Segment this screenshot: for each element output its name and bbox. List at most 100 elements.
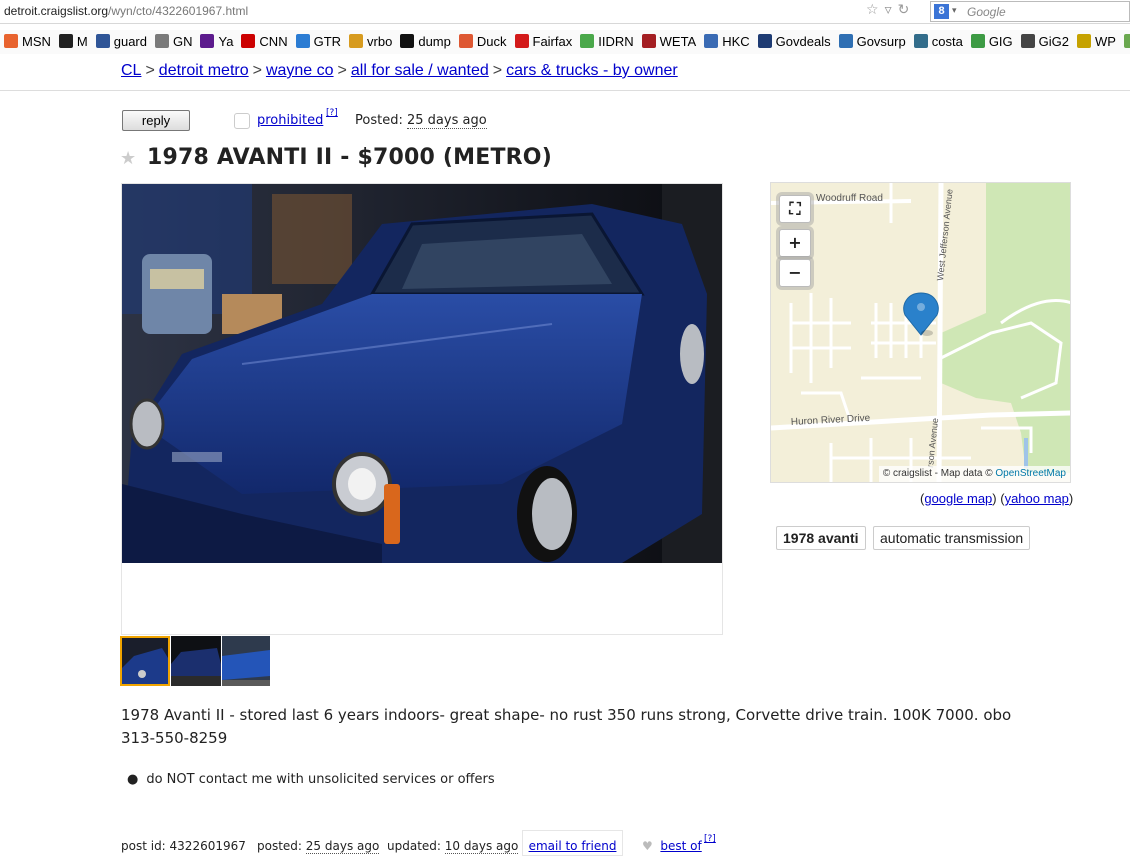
engine-dropdown-icon[interactable]: ▾ — [952, 6, 957, 16]
bookmark-wp[interactable]: WP — [1077, 30, 1116, 54]
bookmark-fairfax[interactable]: Fairfax — [514, 30, 572, 54]
bookmark-genec[interactable]: GENEC — [1123, 30, 1130, 54]
bookmark-msn[interactable]: MSN — [4, 30, 51, 54]
url-domain: detroit.craigslist.org — [4, 4, 109, 18]
thumbnail-1[interactable] — [120, 636, 170, 686]
url-path: /wyn/cto/4322601967.html — [108, 4, 249, 18]
google-map-link[interactable]: google map — [924, 491, 992, 506]
bookmark-label: MSN — [22, 34, 51, 49]
favorite-star-icon[interactable]: ★ — [120, 148, 136, 169]
breadcrumb-link-1[interactable]: detroit metro — [159, 62, 249, 79]
thumbnail-3-image — [222, 636, 270, 686]
zoom-out-button[interactable]: − — [779, 259, 811, 287]
breadcrumb-link-0[interactable]: CL — [121, 62, 141, 79]
wp-icon — [1077, 34, 1091, 48]
zoom-in-button[interactable]: + — [779, 229, 811, 257]
breadcrumb-link-2[interactable]: wayne co — [266, 62, 334, 79]
bookmark-gtr[interactable]: GTR — [295, 30, 341, 54]
bookmark-weta[interactable]: WETA — [641, 30, 697, 54]
yahoo-icon — [200, 34, 215, 48]
attr-year-model: 1978 avanti — [776, 526, 866, 550]
prohibited-link[interactable]: prohibited — [257, 113, 323, 128]
bookmark-label: CNN — [259, 34, 288, 49]
vrbo-icon — [349, 34, 364, 48]
bookmark-label: Govsurp — [856, 34, 906, 49]
bookmark-guard[interactable]: guard — [95, 30, 147, 54]
posted-ago: 25 days ago — [406, 113, 487, 129]
best-of-link[interactable]: best of — [660, 839, 701, 853]
footer-posted-value: 25 days ago — [305, 839, 380, 854]
yahoo-map-link[interactable]: yahoo map — [1005, 491, 1069, 506]
google-engine-icon[interactable]: 8 — [934, 4, 949, 19]
prohibited-help-link[interactable]: [?] — [326, 108, 338, 118]
fullscreen-button[interactable]: ⛶ — [779, 195, 811, 223]
bullet-icon: ● — [127, 772, 139, 787]
reply-button[interactable]: reply — [122, 110, 190, 131]
bookmark-iidrn[interactable]: IIDRN — [580, 30, 634, 54]
gig-icon — [970, 34, 985, 48]
bookmark-ya[interactable]: Ya — [200, 30, 233, 54]
posting-body: 1978 Avanti II - stored last 6 years ind… — [121, 704, 1061, 750]
location-map[interactable]: Woodruff Road Huron River Drive West Jef… — [770, 182, 1071, 483]
breadcrumb-separator: > — [145, 62, 155, 79]
cnn-icon — [241, 34, 256, 48]
breadcrumb-link-4[interactable]: cars & trucks - by owner — [506, 62, 678, 79]
url-field[interactable]: detroit.craigslist.org/wyn/cto/432260196… — [4, 4, 248, 18]
notice-list: ● do NOT contact me with unsolicited serv… — [127, 772, 495, 787]
bookmark-cnn[interactable]: CNN — [241, 30, 288, 54]
bookmarks-toolbar: MSN Mguard GN Ya CNN GTR vrbo dump Duck Fairfax II… — [0, 30, 1130, 54]
posting-body-line-1: 1978 Avanti II - stored last 6 years ind… — [121, 706, 1012, 724]
govsurp-icon — [838, 34, 853, 48]
reload-icon[interactable]: ↻ — [898, 2, 916, 18]
bookmark-label: GIG — [988, 34, 1013, 49]
bookmark-gn[interactable]: GN — [154, 30, 193, 54]
bookmark-hkc[interactable]: HKC — [704, 30, 750, 54]
email-to-friend-link[interactable]: email to friend — [522, 830, 623, 856]
post-id: post id: 4322601967 — [121, 839, 246, 853]
bookmark-label: Govdeals — [775, 34, 831, 49]
bookmark-label: IIDRN — [598, 34, 634, 49]
bookmark-label: GiG2 — [1038, 34, 1069, 49]
dropdown-arrow-icon[interactable]: ▿ — [885, 2, 898, 18]
bookmark-dump[interactable]: dump — [400, 30, 451, 54]
iidrn-icon — [580, 34, 595, 48]
openstreetmap-link[interactable]: OpenStreetMap — [995, 468, 1066, 479]
m-icon — [58, 34, 73, 48]
msn-icon — [4, 34, 18, 48]
flag-checkbox[interactable] — [234, 113, 250, 129]
bookmark-star-icon[interactable]: ☆ — [866, 2, 885, 18]
breadcrumb-separator: > — [337, 62, 347, 79]
bookmark-govsurp[interactable]: Govsurp — [838, 30, 906, 54]
heart-icon: ♥ — [642, 839, 653, 853]
footer-updated: updated: 10 days ago — [387, 839, 519, 854]
fairfax-icon — [514, 34, 529, 48]
thumbnail-2[interactable] — [171, 636, 221, 686]
main-photo[interactable] — [122, 184, 722, 563]
footer-posted: posted: 25 days ago — [257, 839, 380, 854]
thumbnail-3[interactable] — [222, 636, 272, 686]
weta-icon — [641, 34, 656, 48]
bookmark-costa[interactable]: costa — [913, 30, 963, 54]
bookmark-label: WETA — [659, 34, 697, 49]
bookmark-gig2[interactable]: GiG2 — [1020, 30, 1069, 54]
bookmark-duck[interactable]: Duck — [458, 30, 507, 54]
bookmark-govdeals[interactable]: Govdeals — [757, 30, 831, 54]
breadcrumb-link-3[interactable]: all for sale / wanted — [351, 62, 489, 79]
search-placeholder: Google — [967, 5, 1006, 19]
bookmark-vrbo[interactable]: vrbo — [349, 30, 392, 54]
bookmark-m[interactable]: M — [58, 30, 88, 54]
gn-icon — [154, 34, 169, 48]
map-links: (google map) (yahoo map) — [920, 491, 1074, 506]
best-of-help-link[interactable]: [?] — [704, 834, 716, 844]
posting-title: 1978 AVANTI II - $7000 (METRO) — [147, 145, 552, 170]
footer-updated-label: updated: — [387, 839, 441, 853]
browser-search-box[interactable]: 8 ▾ Google — [930, 1, 1130, 22]
bookmark-label: Duck — [476, 34, 507, 49]
bookmark-label: GN — [172, 34, 193, 49]
bookmark-label: HKC — [722, 34, 750, 49]
bookmark-gig[interactable]: GIG — [970, 30, 1013, 54]
bookmark-label: vrbo — [367, 34, 393, 49]
breadcrumb-separator: > — [492, 62, 503, 79]
map-label-woodruff: Woodruff Road — [816, 193, 883, 204]
gtr-icon — [295, 34, 310, 48]
